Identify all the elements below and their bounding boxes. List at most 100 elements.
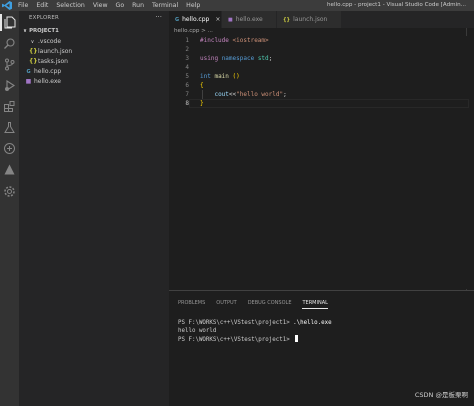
explorer-icon[interactable] [0,14,16,31]
exe-icon: ■ [25,78,32,85]
tab-label: hello.cpp [182,16,210,23]
bottom-panel: PROBLEMS OUTPUT DEBUG CONSOLE TERMINAL P… [169,290,474,406]
code-editor[interactable]: 1 2 3 4 5 6 7 8 #include <iostream> usin… [169,36,474,289]
testing-icon[interactable] [3,121,16,134]
exe-icon: ■ [228,16,233,23]
tree-item-hello-cpp[interactable]: Ghello.cpp [25,67,61,76]
tab-terminal[interactable]: TERMINAL [302,300,328,309]
line-number: 1 [185,37,189,44]
tree-item-label: .vscode [38,38,62,45]
explorer-header: EXPLORER [29,15,59,21]
chevron-down-icon: ∨ [23,28,28,34]
panel-tabs: PROBLEMS OUTPUT DEBUG CONSOLE TERMINAL [178,300,339,309]
line-number: 6 [185,82,189,89]
close-icon[interactable]: × [215,16,220,23]
brace-token: { [200,82,204,89]
tree-item-hello-exe[interactable]: ■ hello.exe [25,77,61,86]
preprocessor-token: #include [200,37,233,44]
editor-tabs: Ghello.cpp × ■ hello.exe {} launch.json [169,11,474,28]
cpp-icon: G [175,16,180,23]
breadcrumb[interactable]: hello.cpp > ... [174,28,213,34]
vscode-logo-icon [2,1,12,10]
code-line-3: using namespace std; [200,54,272,63]
project-folder[interactable]: ∨ PROJECT1 [23,28,59,34]
include-path-token: <iostream> [232,37,269,44]
cmake-icon[interactable] [3,163,16,176]
code-line-5: int main () [200,72,240,81]
more-actions-icon[interactable]: ··· [155,13,162,21]
tree-item-label: hello.cpp [34,68,62,75]
menu-help[interactable]: Help [186,0,200,11]
tab-label: launch.json [293,16,328,23]
line-number: 3 [185,55,189,62]
json-icon: {} [29,48,38,55]
code-line-1: #include <iostream> [200,36,269,45]
line-number: 5 [185,73,189,80]
menu-file[interactable]: File [18,0,28,11]
project-name: PROJECT1 [29,28,59,34]
source-control-icon[interactable] [3,58,16,71]
terminal-output: hello world [178,328,217,334]
explorer-sidebar: EXPLORER ··· ∨ PROJECT1 ∨ .vscode {} launch… [19,11,169,406]
line-number: 7 [185,91,189,98]
settings-gear-icon[interactable] [3,185,16,198]
keyword-token: namespace [221,55,258,62]
indent-token [200,91,214,98]
tab-label: hello.exe [235,16,263,23]
code-line-7: cout<<"hello world"; [200,90,287,99]
tree-item-tasks-json[interactable]: {} tasks.json [29,57,68,66]
tab-hello-exe[interactable]: ■ hello.exe [222,11,276,28]
json-icon: {} [283,16,291,23]
menu-bar: File Edit Selection View Go Run Terminal… [18,0,208,11]
json-icon: {} [29,58,38,65]
brace-token: } [200,100,204,107]
terminal-prompt: PS F:\WORKS\c++\VStest\project1> [178,337,294,343]
search-icon[interactable] [3,37,16,50]
tab-debug-console[interactable]: DEBUG CONSOLE [248,300,292,309]
title-bar: File Edit Selection View Go Run Terminal… [0,0,474,11]
menu-selection[interactable]: Selection [56,0,85,11]
remote-explorer-icon[interactable] [3,142,16,155]
function-name-token: main [214,73,233,80]
tree-item-label: tasks.json [38,58,68,65]
tree-item-label: launch.json [38,48,73,55]
watermark: CSDN @是板栗啊 [414,391,468,399]
line-number: 8 [185,100,189,107]
window-title: hello.cpp - project1 - Visual Studio Cod… [327,2,467,8]
activity-bar [0,11,19,406]
menu-run[interactable]: Run [132,0,144,11]
menu-view[interactable]: View [93,0,108,11]
terminal-prompt: PS F:\WORKS\c++\VStest\project1> [178,320,294,326]
keyword-token: using [200,55,222,62]
menu-edit[interactable]: Edit [36,0,48,11]
terminal-line[interactable]: PS F:\WORKS\c++\VStest\project1> .\hello… [178,319,332,327]
chevron-down-icon: ∨ [30,38,35,45]
cpp-icon: G [26,68,31,75]
tree-item-launch-json[interactable]: {} launch.json [29,47,72,56]
tab-hello-cpp[interactable]: Ghello.cpp × [169,11,221,28]
run-debug-icon[interactable] [3,79,16,92]
tab-problems[interactable]: PROBLEMS [178,300,205,309]
paren-token: () [232,73,240,80]
string-token: "hello world" [236,91,284,98]
line-number: 2 [185,46,189,53]
terminal-line[interactable]: PS F:\WORKS\c++\VStest\project1> [178,335,299,344]
terminal-cursor [295,335,299,342]
tree-item-label: hello.exe [34,78,61,85]
type-token: int [200,73,215,80]
menu-terminal[interactable]: Terminal [152,0,178,11]
namespace-token: std [257,55,269,62]
menu-go[interactable]: Go [116,0,125,11]
tab-launch-json[interactable]: {} launch.json [277,11,341,28]
variable-token: cout [214,91,229,98]
punctuation-token: ; [283,91,287,98]
extensions-icon[interactable] [3,100,16,113]
tree-item-vscode[interactable]: ∨ .vscode [29,37,61,46]
code-line-8: } [200,99,204,108]
terminal-line[interactable]: hello world [178,327,216,335]
punctuation-token: ; [268,55,273,62]
line-number: 4 [185,64,189,71]
tab-output[interactable]: OUTPUT [216,300,236,309]
code-line-6: { [200,81,204,90]
current-line-highlight [189,99,469,108]
